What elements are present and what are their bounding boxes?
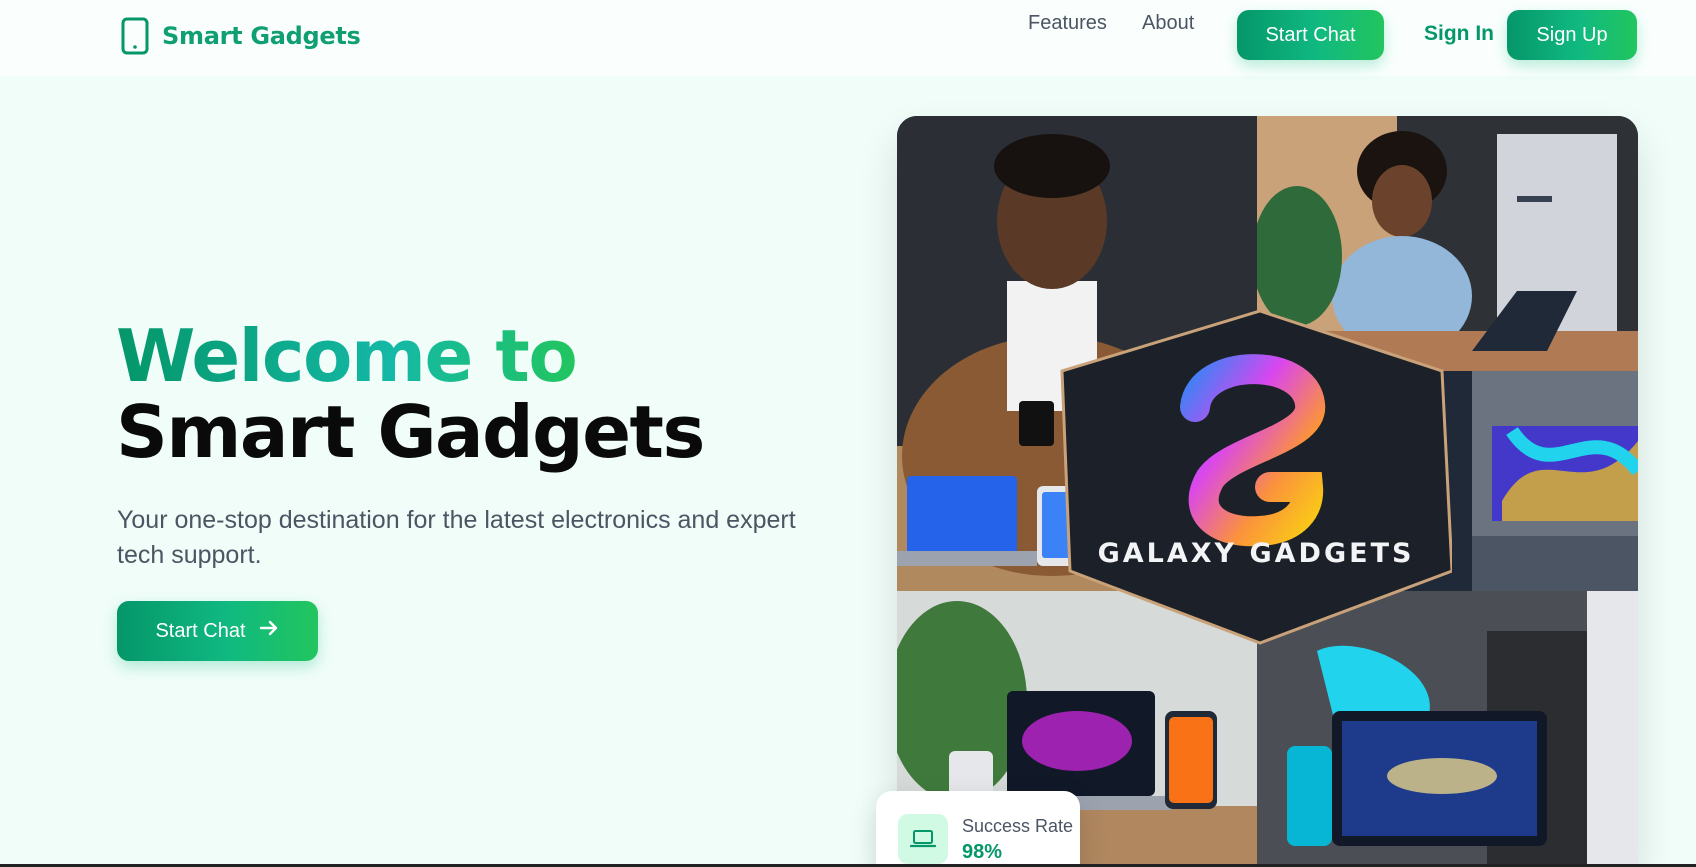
- hero-cta-label: Start Chat: [155, 619, 246, 642]
- stat-value: 98%: [962, 841, 1003, 863]
- success-rate-card: Success Rate 98%: [876, 791, 1080, 867]
- hero-collage-image: GALAXY GADGETS: [897, 116, 1638, 867]
- hero-title: Welcome to Smart Gadgets: [116, 314, 705, 474]
- top-navbar: Smart Gadgets Features About Start Chat …: [0, 0, 1696, 76]
- logo-text: GALAXY GADGETS: [1097, 538, 1415, 569]
- stat-label: Success Rate: [962, 816, 1074, 836]
- galaxy-gadgets-logo: GALAXY GADGETS: [1060, 309, 1454, 645]
- hero-start-chat-button[interactable]: Start Chat: [117, 601, 318, 661]
- nav-link-about[interactable]: About: [1142, 12, 1194, 35]
- nav-link-features[interactable]: Features: [1028, 12, 1107, 35]
- sign-up-button[interactable]: Sign Up: [1507, 10, 1637, 60]
- brand-logo-link[interactable]: Smart Gadgets: [120, 17, 361, 55]
- photo-tv: [1472, 371, 1638, 591]
- brand-name: Smart Gadgets: [162, 22, 361, 50]
- hero-subtitle: Your one-stop destination for the latest…: [117, 506, 796, 569]
- arrow-right-icon: [258, 617, 280, 645]
- hero-title-line1: Welcome to: [116, 314, 578, 398]
- smartphone-icon: [120, 17, 150, 55]
- nav-start-chat-button[interactable]: Start Chat: [1237, 10, 1384, 60]
- sign-in-link[interactable]: Sign In: [1424, 22, 1494, 46]
- laptop-icon: [898, 814, 948, 864]
- hero-title-line2: Smart Gadgets: [116, 390, 705, 474]
